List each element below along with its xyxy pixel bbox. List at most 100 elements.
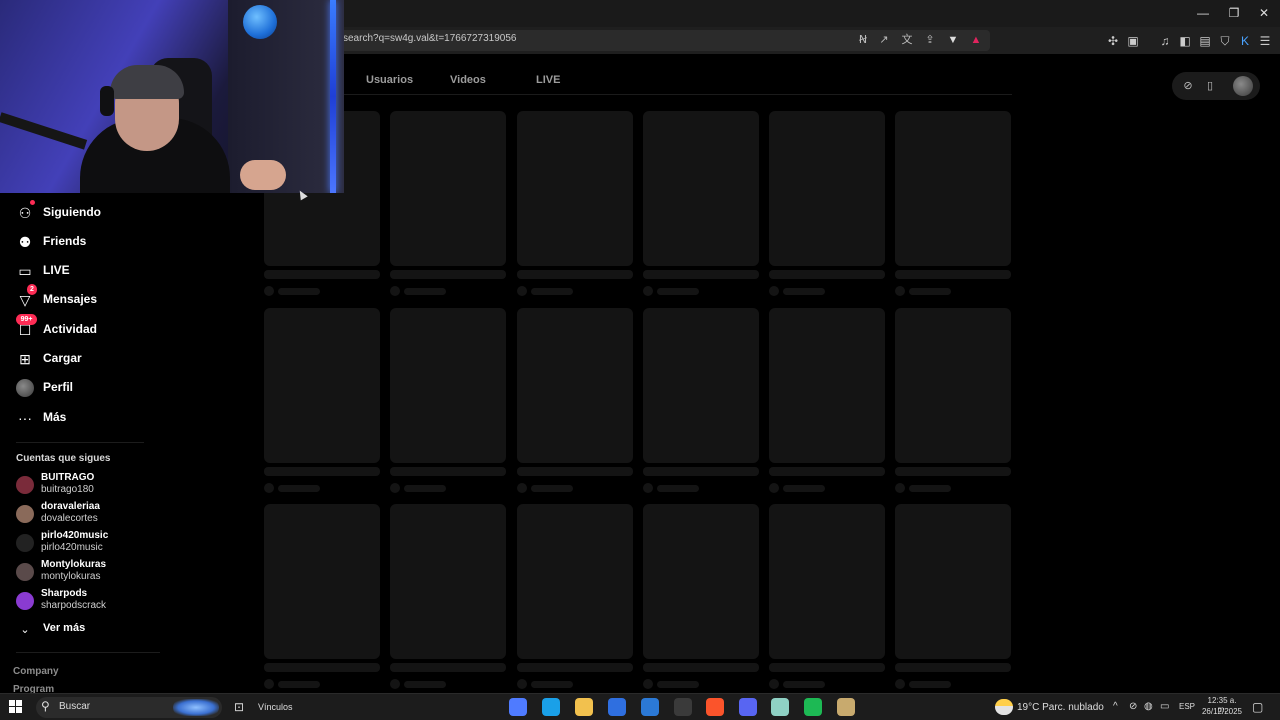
following-account[interactable]: pirlo420music pirlo420music bbox=[16, 530, 196, 558]
skeleton-sub bbox=[909, 288, 951, 295]
skeleton-line bbox=[390, 270, 506, 279]
webcam-person-cap bbox=[110, 65, 184, 99]
following-account[interactable]: Montylokuras montylokuras bbox=[16, 559, 196, 587]
friends-icon: ⚉ bbox=[18, 234, 32, 250]
skeleton-line bbox=[769, 663, 885, 672]
compass-icon[interactable]: ⊘ bbox=[1180, 78, 1196, 94]
extension-k-icon[interactable]: K bbox=[1236, 32, 1254, 50]
notes-icon[interactable] bbox=[771, 698, 789, 716]
user-avatar[interactable] bbox=[1233, 76, 1253, 96]
language-indicator[interactable]: ESP bbox=[1179, 702, 1195, 711]
sidebar-item-mas[interactable]: ··· Más bbox=[16, 408, 216, 428]
tab-live[interactable]: LIVE bbox=[536, 74, 560, 86]
account-name: pirlo420music bbox=[41, 530, 109, 541]
following-section-title: Cuentas que sigues bbox=[16, 453, 111, 464]
translate-icon[interactable]: 文 bbox=[899, 32, 915, 48]
skeleton-sub bbox=[783, 288, 825, 295]
taskbar-search[interactable]: ⚲ Buscar bbox=[36, 697, 222, 718]
sidebar-item-label: LIVE bbox=[43, 263, 70, 277]
network-icon[interactable]: ▭ bbox=[1160, 701, 1169, 712]
sidebar-item-siguiendo[interactable]: ⚇ Siguiendo bbox=[16, 200, 216, 223]
weather-text[interactable]: 19°C Parc. nublado bbox=[1017, 702, 1104, 713]
obs-icon[interactable] bbox=[674, 698, 692, 716]
skeleton-thumb bbox=[264, 308, 380, 463]
webcam-overlay bbox=[0, 0, 344, 193]
copilot-icon[interactable] bbox=[509, 698, 527, 716]
see-more-button[interactable]: ⌄ Ver más bbox=[16, 620, 216, 640]
task-view-icon[interactable]: ⊡ bbox=[234, 700, 244, 714]
brave-rewards-icon[interactable]: ▲ bbox=[968, 32, 984, 48]
chevron-up-icon[interactable]: ^ bbox=[1113, 701, 1118, 712]
sidebar-item-label: Friends bbox=[43, 234, 87, 248]
upload-icon: ⊞ bbox=[19, 351, 31, 367]
tray-app-icon[interactable]: ⊘ bbox=[1129, 701, 1137, 712]
discord-icon[interactable] bbox=[739, 698, 757, 716]
account-handle: pirlo420music bbox=[41, 542, 103, 553]
skeleton-dot bbox=[895, 483, 905, 493]
skeleton-sub bbox=[657, 288, 699, 295]
reader-mode-icon[interactable]: Ꞥ bbox=[855, 32, 871, 48]
brave-icon[interactable] bbox=[706, 698, 724, 716]
account-handle: sharpodscrack bbox=[41, 600, 107, 611]
sidebar-item-label: Mensajes bbox=[43, 292, 98, 306]
sidebar-item-live[interactable]: ▭ LIVE bbox=[16, 261, 216, 281]
see-more-label: Ver más bbox=[43, 622, 86, 634]
edge-icon[interactable] bbox=[542, 698, 560, 716]
skeleton-dot bbox=[517, 286, 527, 296]
start-button[interactable] bbox=[9, 700, 23, 714]
sidebar-item-cargar[interactable]: ⊞ Cargar bbox=[16, 349, 216, 369]
store-icon[interactable] bbox=[608, 698, 626, 716]
tray-obs-icon[interactable]: ◍ bbox=[1144, 701, 1153, 712]
skeleton-line bbox=[517, 663, 633, 672]
skeleton-thumb bbox=[390, 308, 506, 463]
following-icon: ⚇ bbox=[18, 205, 32, 221]
footer-link-company[interactable]: Company bbox=[13, 666, 59, 677]
sidebar-item-actividad[interactable]: ☐ 99+ Actividad bbox=[16, 314, 216, 340]
account-name: Montylokuras bbox=[41, 559, 107, 570]
following-account[interactable]: doravaleriaa dovalecortes bbox=[16, 501, 196, 529]
minimize-button[interactable]: — bbox=[1191, 4, 1215, 22]
vinculos-toolbar[interactable]: Vínculos bbox=[258, 702, 293, 712]
skeleton-sub bbox=[657, 681, 699, 688]
skeleton-thumb bbox=[895, 111, 1011, 266]
avatar bbox=[16, 505, 34, 523]
skeleton-sub bbox=[531, 485, 573, 492]
skeleton-thumb bbox=[769, 111, 885, 266]
maximize-button[interactable]: ❐ bbox=[1222, 4, 1246, 22]
skeleton-dot bbox=[390, 483, 400, 493]
sidebar-item-friends[interactable]: ⚉ Friends bbox=[16, 232, 216, 252]
vpn-icon[interactable]: ⛉ bbox=[1216, 32, 1234, 50]
open-external-icon[interactable]: ↗ bbox=[876, 32, 892, 48]
url-text[interactable]: search?q=sw4g.val&t=1766727319056 bbox=[343, 33, 516, 44]
skeleton-sub bbox=[404, 485, 446, 492]
address-bar[interactable]: search?q=sw4g.val&t=1766727319056 Ꞥ ↗ 文 … bbox=[335, 30, 990, 51]
music-icon[interactable]: ♫ bbox=[1156, 32, 1174, 50]
spotify-icon[interactable] bbox=[804, 698, 822, 716]
tab-videos[interactable]: Videos bbox=[450, 74, 486, 86]
notification-icon[interactable]: ▢ bbox=[1252, 700, 1263, 714]
skeleton-line bbox=[895, 663, 1011, 672]
tab-usuarios[interactable]: Usuarios bbox=[366, 74, 413, 86]
skeleton-dot bbox=[769, 483, 779, 493]
menu-icon[interactable]: ☰ bbox=[1256, 32, 1274, 50]
weather-icon[interactable] bbox=[995, 699, 1013, 715]
skeleton-thumb bbox=[643, 111, 759, 266]
sidebar-item-perfil[interactable]: Perfil bbox=[16, 378, 216, 398]
following-account[interactable]: Sharpods sharpodscrack bbox=[16, 588, 196, 616]
sidebar-item-mensajes[interactable]: ▽ 2 Mensajes bbox=[16, 284, 216, 310]
wallet-icon[interactable]: ▤ bbox=[1196, 32, 1214, 50]
extensions-icon[interactable]: ✣ bbox=[1104, 32, 1122, 50]
clock-date[interactable]: 26/12/2025 bbox=[1201, 707, 1243, 716]
screenshot-icon[interactable]: ▣ bbox=[1124, 32, 1142, 50]
brave-shield-icon[interactable]: ▼ bbox=[945, 32, 961, 48]
file-explorer-icon[interactable] bbox=[575, 698, 593, 716]
skeleton-dot bbox=[264, 679, 274, 689]
league-icon[interactable] bbox=[837, 698, 855, 716]
mail-icon[interactable] bbox=[641, 698, 659, 716]
close-button[interactable]: ✕ bbox=[1252, 4, 1276, 22]
share-icon[interactable]: ⇪ bbox=[922, 32, 938, 48]
skeleton-sub bbox=[404, 681, 446, 688]
mobile-icon[interactable]: ▯ bbox=[1202, 78, 1218, 94]
sidebar-icon[interactable]: ◧ bbox=[1176, 32, 1194, 50]
following-account[interactable]: BUITRAGO buitrago180 bbox=[16, 472, 196, 500]
